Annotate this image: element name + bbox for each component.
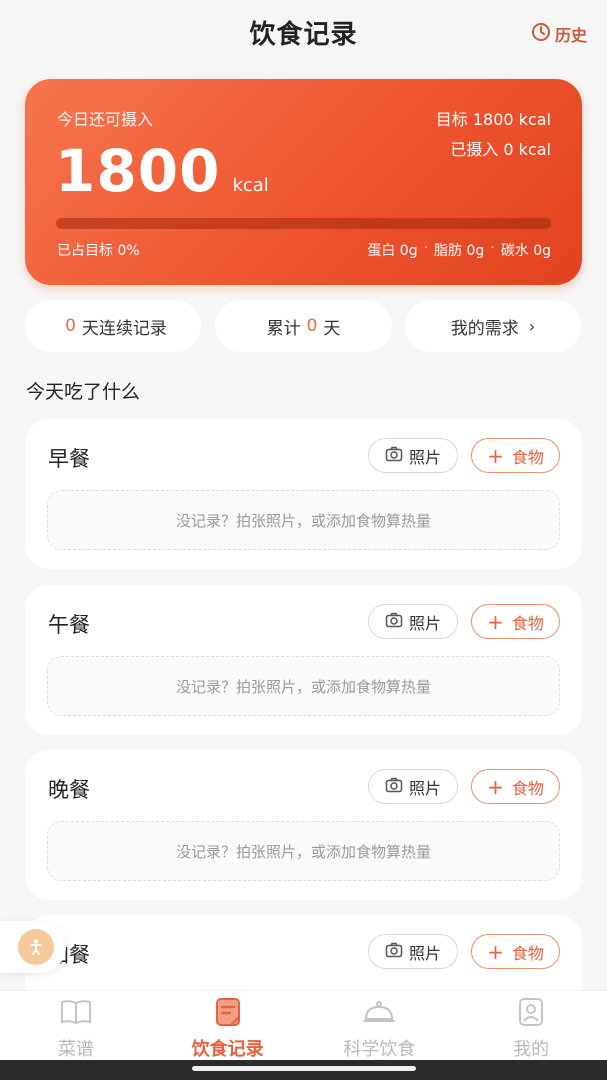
empty-meal-placeholder[interactable]: 没记录？拍张照片，或添加食物算热量 — [47, 490, 560, 550]
photo-button[interactable]: 照片 — [368, 438, 458, 473]
remaining-unit: kcal — [232, 175, 269, 196]
plus-icon: + — [487, 609, 504, 634]
tab-label: 饮食记录 — [191, 1039, 264, 1060]
total-suffix: 天 — [323, 318, 341, 339]
macro-carbs: 碳水 0g — [500, 243, 551, 259]
photo-button[interactable]: 照片 — [368, 769, 458, 804]
section-title: 今天吃了什么 — [26, 381, 141, 403]
food-label: 食物 — [511, 943, 544, 963]
empty-meal-placeholder[interactable]: 没记录？拍张照片，或添加食物算热量 — [47, 656, 560, 716]
empty-meal-placeholder[interactable]: 没记录？拍张照片，或添加食物算热量 — [47, 821, 560, 881]
meal-name: 午餐 — [48, 613, 90, 637]
meal-name: 晚餐 — [48, 778, 90, 802]
camera-icon — [385, 611, 403, 633]
camera-icon — [385, 776, 403, 798]
header: 饮食记录 历史 — [0, 0, 607, 64]
streak-label: 天连续记录 — [81, 318, 167, 339]
eaten-calories: 已摄入 0 kcal — [450, 140, 551, 159]
note-icon — [211, 997, 245, 1035]
total-days-pill[interactable]: 累计 0 天 — [215, 300, 392, 352]
tab-label: 科学饮食 — [343, 1039, 416, 1060]
remaining-calories: 1800 kcal — [55, 137, 269, 205]
tab-diet-record[interactable]: 饮食记录 — [152, 991, 304, 1060]
remaining-label: 今日还可摄入 — [57, 110, 154, 129]
calorie-progress-bar — [56, 218, 551, 229]
photo-button[interactable]: 照片 — [368, 604, 458, 639]
photo-label: 照片 — [408, 447, 441, 467]
food-label: 食物 — [511, 778, 544, 798]
needs-label: 我的需求 — [450, 318, 519, 339]
macro-protein: 蛋白 0g — [367, 243, 418, 259]
tab-label: 菜谱 — [57, 1039, 94, 1060]
profile-icon — [514, 997, 548, 1035]
camera-icon — [385, 445, 403, 467]
target-calories: 目标 1800 kcal — [435, 110, 551, 129]
photo-label: 照片 — [408, 943, 441, 963]
streak-value: 0 — [65, 316, 76, 336]
progress-percent: 已占目标 0% — [57, 243, 140, 259]
my-needs-pill[interactable]: 我的需求 › — [405, 300, 581, 352]
photo-label: 照片 — [408, 778, 441, 798]
book-icon — [59, 997, 93, 1035]
food-label: 食物 — [511, 447, 544, 467]
figure-icon — [18, 929, 54, 965]
photo-label: 照片 — [408, 613, 441, 633]
plus-icon: + — [487, 939, 504, 964]
add-food-button[interactable]: + 食物 — [471, 604, 560, 639]
food-label: 食物 — [511, 613, 544, 633]
add-food-button[interactable]: + 食物 — [471, 438, 560, 473]
remaining-value: 1800 — [55, 137, 221, 205]
camera-icon — [385, 941, 403, 963]
tab-profile[interactable]: 我的 — [455, 991, 607, 1060]
photo-button[interactable]: 照片 — [368, 934, 458, 969]
meal-card-lunch: 午餐 照片 + 食物 没记录？拍张照片，或添加食物算热量 — [25, 585, 582, 735]
macro-fat: 脂肪 0g — [434, 243, 485, 259]
add-food-button[interactable]: + 食物 — [471, 934, 560, 969]
tab-label: 我的 — [513, 1039, 550, 1060]
history-icon — [531, 22, 551, 46]
tab-science-diet[interactable]: 科学饮食 — [304, 991, 456, 1060]
dish-icon — [362, 997, 396, 1035]
history-button[interactable]: 历史 — [531, 22, 587, 46]
plus-icon: + — [487, 443, 504, 468]
history-label: 历史 — [554, 26, 587, 45]
tab-recipes[interactable]: 菜谱 — [0, 991, 152, 1060]
macro-separator: · — [423, 240, 429, 256]
meal-card-breakfast: 早餐 照片 + 食物 没记录？拍张照片，或添加食物算热量 — [25, 419, 582, 569]
macro-separator: · — [490, 240, 495, 256]
page-title: 饮食记录 — [249, 19, 358, 50]
plus-icon: + — [487, 774, 504, 799]
meal-name: 早餐 — [48, 447, 90, 471]
chevron-right-icon: › — [528, 316, 536, 336]
total-value: 0 — [306, 316, 318, 336]
meal-card-dinner: 晚餐 照片 + 食物 没记录？拍张照片，或添加食物算热量 — [25, 750, 582, 900]
bottom-tab-bar: 菜谱 饮食记录 科学饮食 我的 — [0, 990, 607, 1060]
total-prefix: 累计 — [266, 318, 301, 339]
macro-summary: 蛋白 0g · 脂肪 0g · 碳水 0g — [367, 240, 551, 260]
floating-assistant-button[interactable] — [0, 921, 66, 973]
streak-pill[interactable]: 0 天连续记录 — [25, 300, 201, 352]
calorie-summary-card: 今日还可摄入 1800 kcal 目标 1800 kcal 已摄入 0 kcal… — [25, 79, 582, 285]
home-indicator[interactable] — [192, 1066, 416, 1071]
add-food-button[interactable]: + 食物 — [471, 769, 560, 804]
